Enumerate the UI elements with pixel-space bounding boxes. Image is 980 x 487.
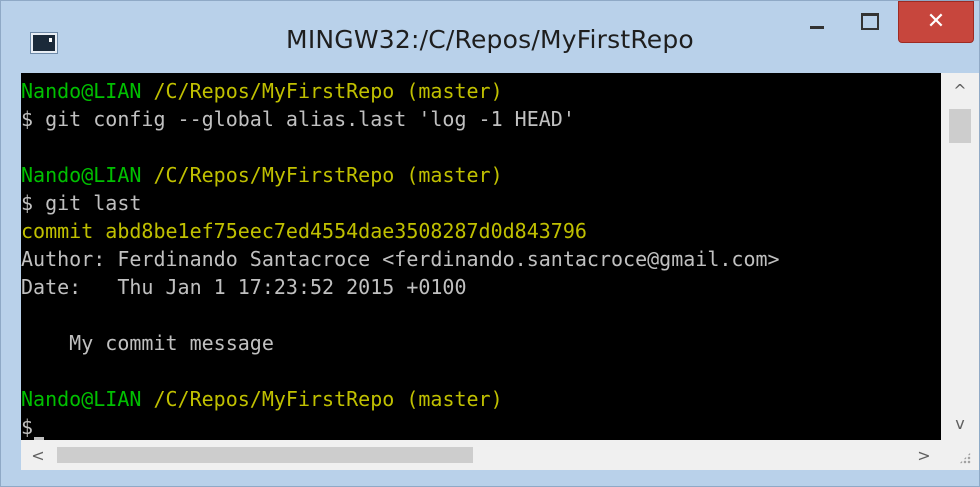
close-button[interactable]: ✕ [898,1,974,43]
chevron-right-icon[interactable]: > [907,440,941,470]
title-bar[interactable]: MINGW32:/C/Repos/MyFirstRepo ✕ [1,1,979,73]
console-segment: Date: Thu Jan 1 17:23:52 2015 +0100 [21,275,467,299]
console-segment: Nando@LIAN [21,163,154,187]
console-segment: /C/Repos/MyFirstRepo (master) [153,79,503,103]
console-line: Nando@LIAN /C/Repos/MyFirstRepo (master) [21,385,941,413]
resize-grip-icon [959,452,971,464]
chevron-down-icon[interactable]: v [941,406,979,440]
console-segment: $ git last [21,191,142,215]
console-line: Author: Ferdinando Santacroce <ferdinand… [21,245,941,273]
console-line: $ [21,413,941,440]
console-line: Nando@LIAN /C/Repos/MyFirstRepo (master) [21,77,941,105]
console-line: My commit message [21,329,941,357]
console-line: $ git config --global alias.last 'log -1… [21,105,941,133]
console-segment: /C/Repos/MyFirstRepo (master) [153,387,503,411]
console-segment: /C/Repos/MyFirstRepo (master) [153,163,503,187]
maximize-button[interactable] [844,3,896,39]
close-icon: ✕ [926,9,946,34]
console-line: Date: Thu Jan 1 17:23:52 2015 +0100 [21,273,941,301]
console-output[interactable]: Nando@LIAN /C/Repos/MyFirstRepo (master)… [21,73,941,440]
horizontal-scroll-thumb[interactable] [57,447,473,463]
console-line: $ git last [21,189,941,217]
minimize-icon [810,25,824,29]
console-segment: $ git config --global alias.last 'log -1… [21,107,575,131]
chevron-up-icon[interactable]: ^ [941,73,979,107]
console-segment: $ [21,415,34,439]
console-segment: My commit message [21,331,274,355]
console-segment: Nando@LIAN [21,79,154,103]
maximize-icon [861,12,879,30]
console-line: commit abd8be1ef75eec7ed4554dae3508287d0… [21,217,941,245]
console-segment: commit abd8be1ef75eec7ed4554dae3508287d0… [21,219,587,243]
resize-grip[interactable] [941,440,979,470]
vertical-scrollbar[interactable]: ^ v [941,73,979,440]
console-segment: Nando@LIAN [21,387,154,411]
chevron-left-icon[interactable]: < [21,440,55,470]
console-text: Nando@LIAN /C/Repos/MyFirstRepo (master)… [21,73,941,440]
console-line: Nando@LIAN /C/Repos/MyFirstRepo (master) [21,161,941,189]
console-segment: Author: Ferdinando Santacroce <ferdinand… [21,247,780,271]
horizontal-scrollbar[interactable]: < > [21,440,941,470]
minimize-button[interactable] [791,3,843,39]
vertical-scroll-thumb[interactable] [949,109,971,143]
terminal-window: MINGW32:/C/Repos/MyFirstRepo ✕ Nando@LIA… [0,0,980,487]
